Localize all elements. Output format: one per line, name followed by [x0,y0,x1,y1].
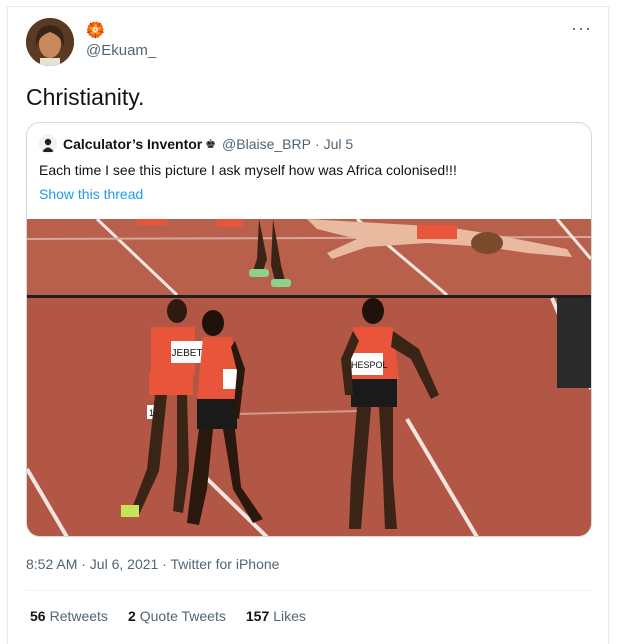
divider [26,590,592,591]
likes-label: Likes [273,608,306,624]
engagement-stats: 56 Retweets 2 Quote Tweets 157 Likes [30,608,326,624]
quoted-separator: · [314,136,320,152]
author-info: 🏵️ @Ekuam_ [86,22,156,59]
crown-icon: ♚ [205,137,217,151]
retweets-label: Retweets [49,608,108,624]
quotes-label: Quote Tweets [139,608,226,624]
quotes-count: 2 [127,608,136,624]
likes-stat[interactable]: 157 Likes [246,608,306,624]
quoted-tweet[interactable]: Calculator’s Inventor ♚ @Blaise_BRP · Ju… [26,122,592,537]
retweets-stat[interactable]: 56 Retweets [30,608,108,624]
quoted-text: Each time I see this picture I ask mysel… [39,162,457,178]
quoted-photo[interactable]: JEBET 10 CHESPOL [27,219,591,536]
retweets-count: 56 [30,608,46,624]
quoted-avatar[interactable] [39,135,57,153]
likes-count: 157 [245,608,270,624]
quoted-date[interactable]: Jul 5 [324,136,354,152]
quoted-name[interactable]: Calculator’s Inventor [63,136,202,152]
flower-emoji: 🏵️ [86,22,105,39]
author-handle[interactable]: @Ekuam_ [86,42,156,59]
tweet-text: Christianity. [26,84,145,110]
show-thread-link[interactable]: Show this thread [39,186,143,202]
quoted-username[interactable]: @Blaise_BRP [222,136,311,152]
more-horizontal-icon[interactable]: ··· [571,18,592,39]
bib-jebet: JEBET [171,348,202,359]
quoted-header: Calculator’s Inventor ♚ @Blaise_BRP · Ju… [39,135,353,153]
tweet-timestamp[interactable]: 8:52 AM · Jul 6, 2021 · Twitter for iPho… [26,556,279,572]
author-avatar[interactable] [26,18,74,66]
quote-tweets-stat[interactable]: 2 Quote Tweets [128,608,226,624]
